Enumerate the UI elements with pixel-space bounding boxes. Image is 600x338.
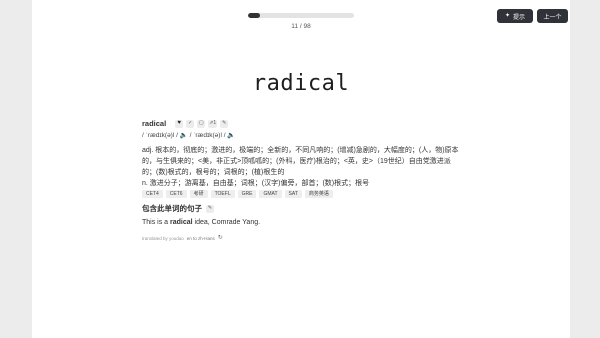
previous-button[interactable]: 上一个 xyxy=(537,9,568,23)
definitions: adj. 根本的，彻底的；激进的，极端的；全新的，不同凡响的；(增减)急剧的，大… xyxy=(142,145,464,189)
headword: radical xyxy=(142,119,167,128)
sentences-header: 包含此单词的句子 ✎ xyxy=(142,203,464,214)
example-sentence: This is a radical idea, Comrade Yang. xyxy=(142,217,464,228)
tag: GMAT xyxy=(259,190,282,198)
definition-adj: adj. 根本的，彻底的；激进的，极端的；全新的，不同凡响的；(增减)急剧的，大… xyxy=(142,147,459,176)
definition-n: n. 激进分子；游离基，自由基；词根；(汉字)偏旁，部首；(数)根式；根号 xyxy=(142,180,370,187)
sparkle-icon: ✦ xyxy=(504,13,510,19)
sentence-before: This is a xyxy=(142,219,171,226)
credit-lang: en to zh-Hans xyxy=(186,236,215,241)
sentence-highlight: radical xyxy=(170,219,193,226)
hint-button[interactable]: ✦ 提示 xyxy=(497,9,533,23)
definition-panel: radical ♥ ✓ ▢ ⇗1 ✎ / ˈrædɪk(ə)l / 🔈 / ˈr… xyxy=(142,118,464,244)
check-icon[interactable]: ✓ xyxy=(186,119,195,128)
tag: CET4 xyxy=(142,190,163,198)
phonetic: / ˈrædɪk(ə)l / 🔈 / ˈrædɪk(ə)l / 🔈 xyxy=(142,132,236,139)
tag: SAT xyxy=(284,190,302,198)
progress-label: 11 / 98 xyxy=(291,23,311,30)
link-count-button[interactable]: ⇗1 xyxy=(208,119,218,128)
hint-button-label: 提示 xyxy=(513,14,526,21)
credit-prefix: translated by youdao xyxy=(142,236,184,241)
tag: GRE xyxy=(237,190,257,198)
tag: TOEFL xyxy=(210,190,235,198)
exam-tags: CET4 CET6 考研 TOEFL GRE GMAT SAT 商务英语 xyxy=(142,190,464,198)
sentence-after: idea, Comrade Yang. xyxy=(192,219,261,226)
heart-icon[interactable]: ♥ xyxy=(175,119,184,128)
tag: CET6 xyxy=(165,190,187,198)
refresh-icon[interactable]: ↻ xyxy=(218,233,223,244)
progress-bar xyxy=(248,13,354,18)
sentences-title: 包含此单词的句子 xyxy=(142,204,202,213)
progress-fill xyxy=(248,13,260,18)
study-card: 11 / 98 ✦ 提示 上一个 radical radical ♥ ✓ ▢ ⇗… xyxy=(32,0,570,338)
bookmark-icon[interactable]: ▢ xyxy=(197,119,206,128)
tag: 商务英语 xyxy=(304,190,333,198)
edit-icon[interactable]: ✎ xyxy=(220,119,229,128)
current-word: radical xyxy=(252,71,350,96)
edit-sentence-icon[interactable]: ✎ xyxy=(206,204,214,213)
translation-credit: translated by youdao en to zh-Hans ↻ xyxy=(142,233,464,244)
previous-button-label: 上一个 xyxy=(543,14,562,21)
headword-row: radical ♥ ✓ ▢ ⇗1 ✎ xyxy=(142,118,464,129)
tag: 考研 xyxy=(189,190,208,198)
